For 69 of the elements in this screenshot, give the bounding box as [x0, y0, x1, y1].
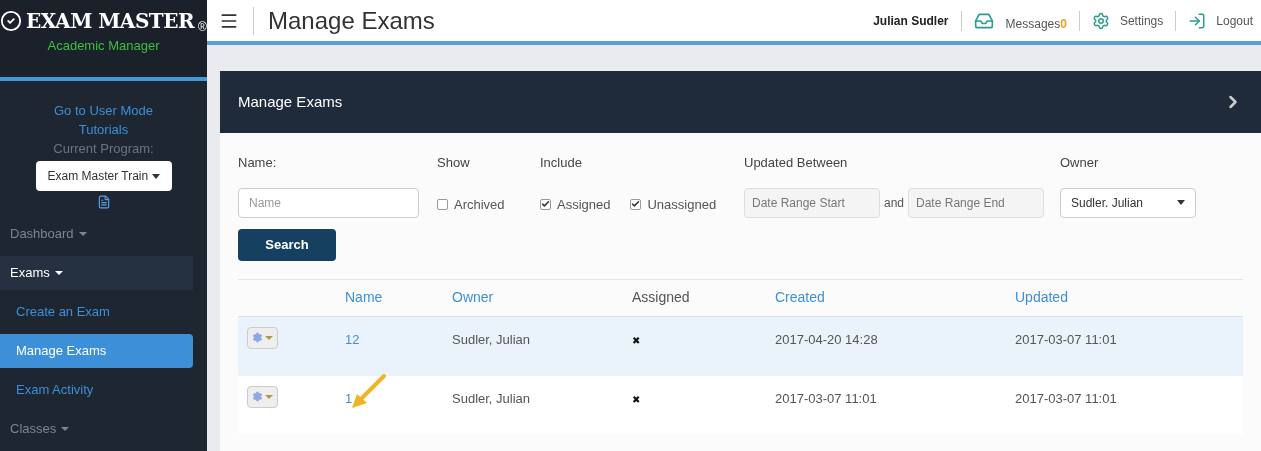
row-actions-button[interactable]	[247, 385, 278, 408]
filter-label: Show	[437, 154, 471, 172]
registered-mark: ®	[198, 19, 207, 36]
sidebar-link[interactable]: Go to User Mode	[54, 101, 153, 120]
program-select[interactable]: Exam Master Train	[35, 161, 172, 191]
search-button[interactable]: Search	[238, 228, 336, 261]
table-cell: 2017-03-07 11:01	[1015, 390, 1117, 406]
document-icon[interactable]	[96, 195, 111, 209]
submenu-item[interactable]: Manage Exams	[0, 334, 193, 368]
table-cell: Sudler, Julian	[452, 331, 531, 347]
checkbox-label: Unassigned	[647, 195, 717, 214]
logo-title: EXAM MASTER	[26, 8, 195, 35]
filter-label: Updated Between	[744, 154, 849, 172]
checkbox-label: Assigned	[557, 195, 611, 214]
logout-icon[interactable]	[1188, 11, 1207, 30]
table-cell: ✖	[632, 334, 640, 346]
check-circle-icon	[0, 10, 23, 32]
column-header: Assigned	[632, 289, 690, 305]
message-count: 0	[1060, 15, 1067, 33]
checkbox[interactable]	[540, 198, 551, 210]
exam-name-link[interactable]: 12	[345, 331, 360, 347]
sidebar-link[interactable]: Tutorials	[78, 120, 129, 139]
checkbox[interactable]	[437, 198, 448, 210]
caret-icon	[54, 271, 63, 275]
gear-icon	[252, 332, 263, 343]
table-cell: 2017-03-07 11:01	[775, 390, 877, 406]
table-row[interactable]: 12 Sudler, Julian ✖ 2017-04-20 14:28 2017-03-07 11:01	[238, 316, 1243, 376]
and-label: and	[884, 194, 905, 212]
gear-icon	[252, 391, 263, 402]
row-actions-button[interactable]	[247, 326, 278, 349]
filter-label: Owner	[1060, 154, 1100, 172]
column-header[interactable]: Updated	[1015, 289, 1068, 305]
user-name[interactable]: Julian Sudler	[873, 11, 949, 30]
table-cell: 2017-04-20 14:28	[775, 331, 878, 347]
logo-subtitle: Academic Manager	[47, 37, 160, 55]
panel-title: Manage Exams	[238, 91, 343, 112]
filter-label: Name:	[238, 154, 278, 172]
owner-select[interactable]: Sudler. Julian	[1060, 187, 1196, 218]
settings-link[interactable]: Settings	[1119, 11, 1164, 30]
column-header[interactable]: Owner	[452, 289, 494, 305]
caret-icon	[61, 427, 70, 431]
caret-icon	[265, 394, 273, 399]
submenu-item[interactable]: Create an Exam	[0, 295, 193, 329]
menu-item[interactable]: Exams	[0, 256, 193, 290]
logout-link[interactable]: Logout	[1216, 11, 1253, 30]
menu-item[interactable]: Classes	[0, 412, 193, 446]
page-title: Manage Exams	[268, 5, 435, 36]
exam-name-link[interactable]: 1	[345, 390, 353, 406]
program-label: Current Program:	[53, 140, 154, 158]
column-header[interactable]: Created	[775, 289, 825, 305]
name-field[interactable]: Name	[238, 187, 419, 218]
table-row[interactable]: 1 Sudler, Julian ✖ 2017-03-07 11:01 2017-03-07 11:01	[238, 375, 1243, 434]
column-header[interactable]: Name	[345, 289, 383, 305]
table-cell: ✖	[632, 393, 640, 405]
date-start-field[interactable]: Date Range Start	[744, 187, 880, 218]
checkbox-label: Archived	[454, 195, 505, 214]
submenu-item[interactable]: Exam Activity	[0, 373, 193, 407]
table-cell: Sudler, Julian	[452, 390, 531, 406]
checkbox[interactable]	[630, 198, 642, 210]
caret-icon	[78, 232, 87, 236]
table-cell: 2017-03-07 11:01	[1015, 331, 1117, 347]
date-end-field[interactable]: Date Range End	[908, 187, 1045, 218]
caret-icon	[265, 335, 273, 340]
caret-icon	[151, 173, 160, 179]
settings-icon[interactable]	[1091, 11, 1110, 30]
menu-item[interactable]: Dashboard	[0, 217, 193, 251]
filter-label: Include	[540, 154, 583, 172]
messages-link[interactable]: Messages	[1005, 14, 1061, 33]
caret-icon	[1177, 200, 1185, 205]
